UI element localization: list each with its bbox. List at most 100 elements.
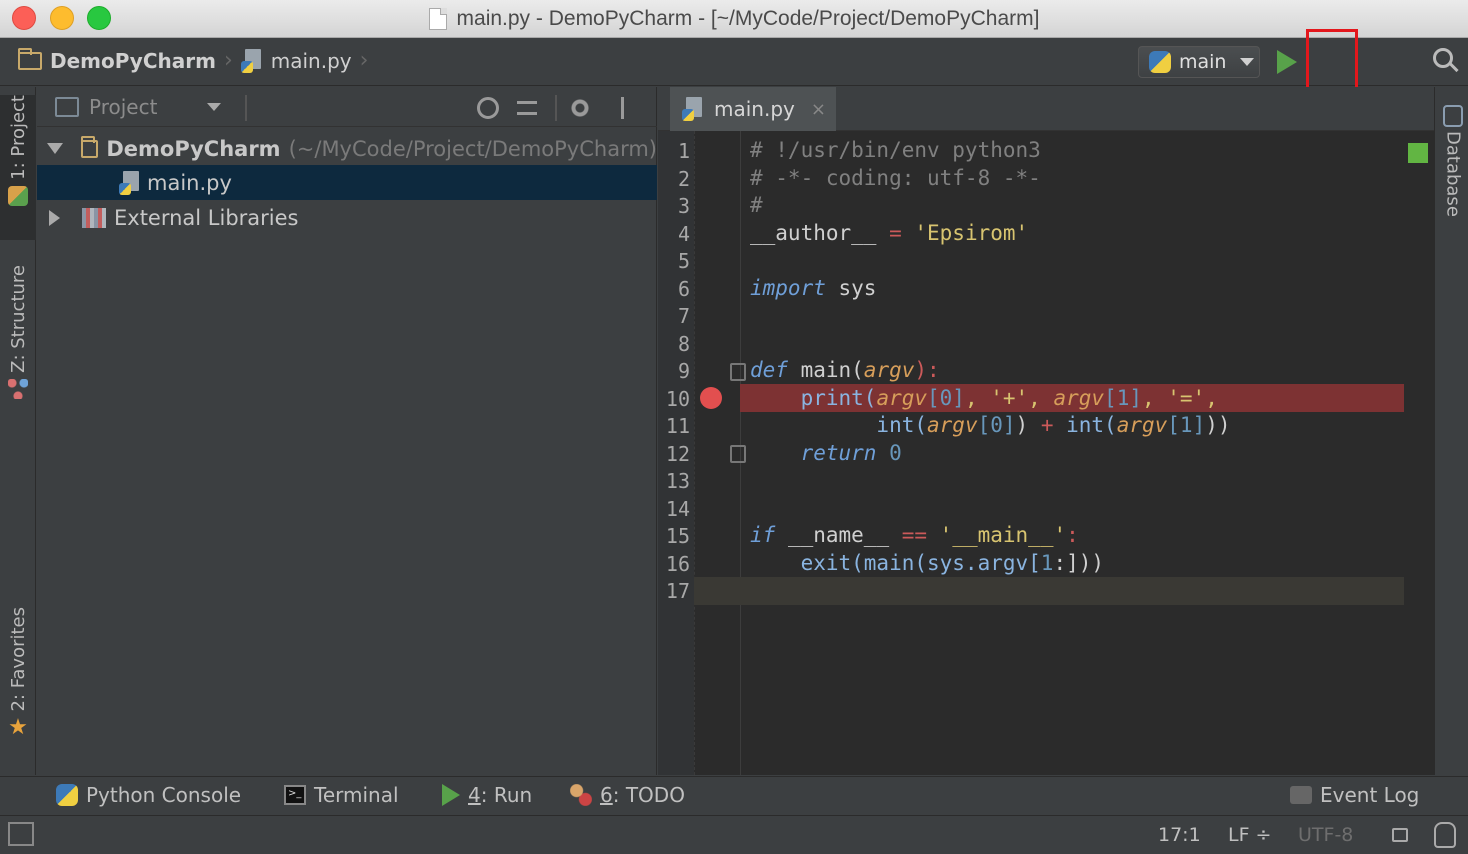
line-number: 14	[665, 497, 690, 521]
collapsed-arrow-icon[interactable]	[49, 209, 60, 226]
navigation-bar: DemoPyCharm › main.py › main	[0, 38, 1468, 112]
todo-tool-label: 6: TODO	[600, 783, 685, 807]
run-icon	[442, 784, 460, 806]
hide-panel-icon[interactable]	[621, 97, 643, 119]
line-number: 1	[677, 139, 690, 163]
run-tool-button[interactable]: 4: Run	[442, 783, 532, 807]
code-token: __name__	[775, 523, 902, 547]
code-token: [1]	[1167, 413, 1206, 437]
breadcrumb-file[interactable]: main.py	[271, 49, 352, 73]
lock-icon[interactable]	[1392, 828, 1408, 842]
analysis-ok-icon[interactable]	[1408, 143, 1428, 163]
code-token: sys	[825, 276, 877, 300]
collapse-all-icon[interactable]	[517, 101, 537, 115]
divider	[555, 95, 557, 121]
run-configuration-select[interactable]: main	[1138, 46, 1260, 78]
breadcrumb-project[interactable]: DemoPyCharm	[50, 49, 216, 73]
code-token: ))	[1205, 413, 1231, 437]
tab-favorites-label: 2: Favorites	[7, 607, 29, 712]
tab-database-label: Database	[1442, 131, 1464, 217]
title-bar: main.py - DemoPyCharm - [~/MyCode/Projec…	[0, 0, 1468, 38]
run-button[interactable]	[1277, 50, 1297, 74]
divider	[245, 95, 247, 121]
code-token: :	[1066, 523, 1079, 547]
breakpoint-icon[interactable]	[700, 387, 722, 409]
code-token: 'Epsirom'	[901, 221, 1029, 245]
code-token: 1	[1040, 551, 1054, 575]
right-tool-strip: Database	[1434, 87, 1468, 775]
breadcrumb: DemoPyCharm › main.py ›	[18, 47, 369, 73]
python-file-icon	[119, 170, 141, 195]
caret-position[interactable]: 17:1	[1158, 824, 1201, 846]
python-file-icon	[682, 97, 704, 121]
line-number: 2	[677, 167, 690, 191]
run-configuration-label: main	[1179, 51, 1227, 73]
terminal-button[interactable]: >_ Terminal	[284, 783, 399, 807]
code-line[interactable]: import sys	[750, 276, 876, 300]
line-number: 15	[665, 524, 690, 548]
chevron-down-icon	[207, 103, 222, 111]
code-line[interactable]: return 0	[750, 441, 902, 465]
code-line[interactable]: __author__ = 'Epsirom'	[750, 221, 1028, 245]
python-console-icon	[56, 784, 78, 806]
code-line[interactable]: #	[750, 193, 763, 217]
structure-icon	[8, 378, 28, 399]
python-icon	[1149, 51, 1171, 73]
python-console-label: Python Console	[86, 783, 242, 807]
code-token: __author__	[750, 221, 890, 245]
code-token: =	[889, 221, 902, 245]
status-bar: 17:1 LF ÷ UTF-8	[0, 815, 1468, 854]
fold-icon[interactable]	[730, 363, 746, 381]
tree-item-external-libraries[interactable]: External Libraries	[37, 200, 657, 235]
code-line[interactable]: # !/usr/bin/env python3	[750, 138, 1041, 162]
close-icon[interactable]: ×	[811, 99, 826, 120]
star-icon: ★	[8, 714, 28, 740]
code-line[interactable]: # -*- coding: utf-8 -*-	[750, 166, 1041, 190]
current-line-highlight	[694, 577, 1404, 605]
gear-icon[interactable]	[569, 97, 591, 119]
project-view-icon	[55, 97, 79, 117]
tab-project[interactable]: 1: Project	[0, 95, 36, 240]
code-token: , '=',	[1141, 386, 1218, 410]
event-log-label: Event Log	[1320, 783, 1420, 807]
project-panel: Project DemoPyCharm (~/MyCode/Project/De…	[37, 87, 657, 775]
fold-end-icon[interactable]	[730, 445, 746, 463]
expanded-arrow-icon[interactable]	[47, 143, 63, 154]
todo-tool-text: : TODO	[612, 783, 685, 807]
search-everywhere-button[interactable]	[1433, 48, 1459, 76]
tree-item-main-py[interactable]: main.py	[37, 165, 657, 200]
tab-main-py[interactable]: main.py ×	[670, 87, 836, 131]
line-number: 10	[665, 387, 690, 411]
code-line[interactable]: def main(argv):	[750, 358, 940, 382]
code-line[interactable]: print(argv[0], '+', argv[1], '=',	[750, 386, 1218, 410]
line-number: 7	[677, 304, 690, 328]
python-console-button[interactable]: Python Console	[56, 783, 241, 807]
tree-item-path-hint: (~/MyCode/Project/DemoPyCharm)	[288, 136, 657, 161]
project-panel-header: Project	[37, 87, 657, 127]
code-line[interactable]: int(argv[0]) + int(argv[1]))	[750, 413, 1231, 437]
tab-structure[interactable]: Z: Structure	[0, 265, 36, 415]
line-number: 9	[677, 359, 690, 383]
tool-window-bar: Python Console >_ Terminal 4: Run 6: TOD…	[0, 776, 1468, 814]
left-tool-strip: 1: Project Z: Structure 2: Favorites ★	[0, 87, 36, 775]
hector-inspector-icon[interactable]	[1434, 822, 1456, 848]
code-token: argv	[863, 358, 915, 382]
todo-tool-button[interactable]: 6: TODO	[570, 783, 685, 807]
code-token: [1]	[1104, 386, 1142, 410]
tab-favorites[interactable]: 2: Favorites ★	[0, 607, 36, 757]
file-encoding[interactable]: UTF-8	[1298, 824, 1353, 846]
code-token: def	[750, 358, 788, 382]
code-line[interactable]: if __name__ == '__main__':	[750, 523, 1079, 547]
project-icon	[8, 185, 28, 206]
code-token: [0]	[977, 413, 1016, 437]
project-view-select[interactable]: Project	[55, 95, 222, 119]
toggle-tool-windows-icon[interactable]	[8, 822, 34, 846]
code-line[interactable]: exit(main(sys.argv[1:]))	[750, 551, 1104, 575]
tree-item-project-root[interactable]: DemoPyCharm (~/MyCode/Project/DemoPyChar…	[37, 131, 657, 166]
event-log-button[interactable]: Event Log	[1290, 783, 1419, 807]
scroll-from-source-icon[interactable]	[477, 97, 499, 119]
debug-button-highlight[interactable]	[1306, 29, 1358, 95]
line-separator[interactable]: LF ÷	[1228, 824, 1271, 846]
tab-database[interactable]: Database	[1435, 87, 1468, 247]
breadcrumb-separator: ›	[359, 48, 369, 73]
